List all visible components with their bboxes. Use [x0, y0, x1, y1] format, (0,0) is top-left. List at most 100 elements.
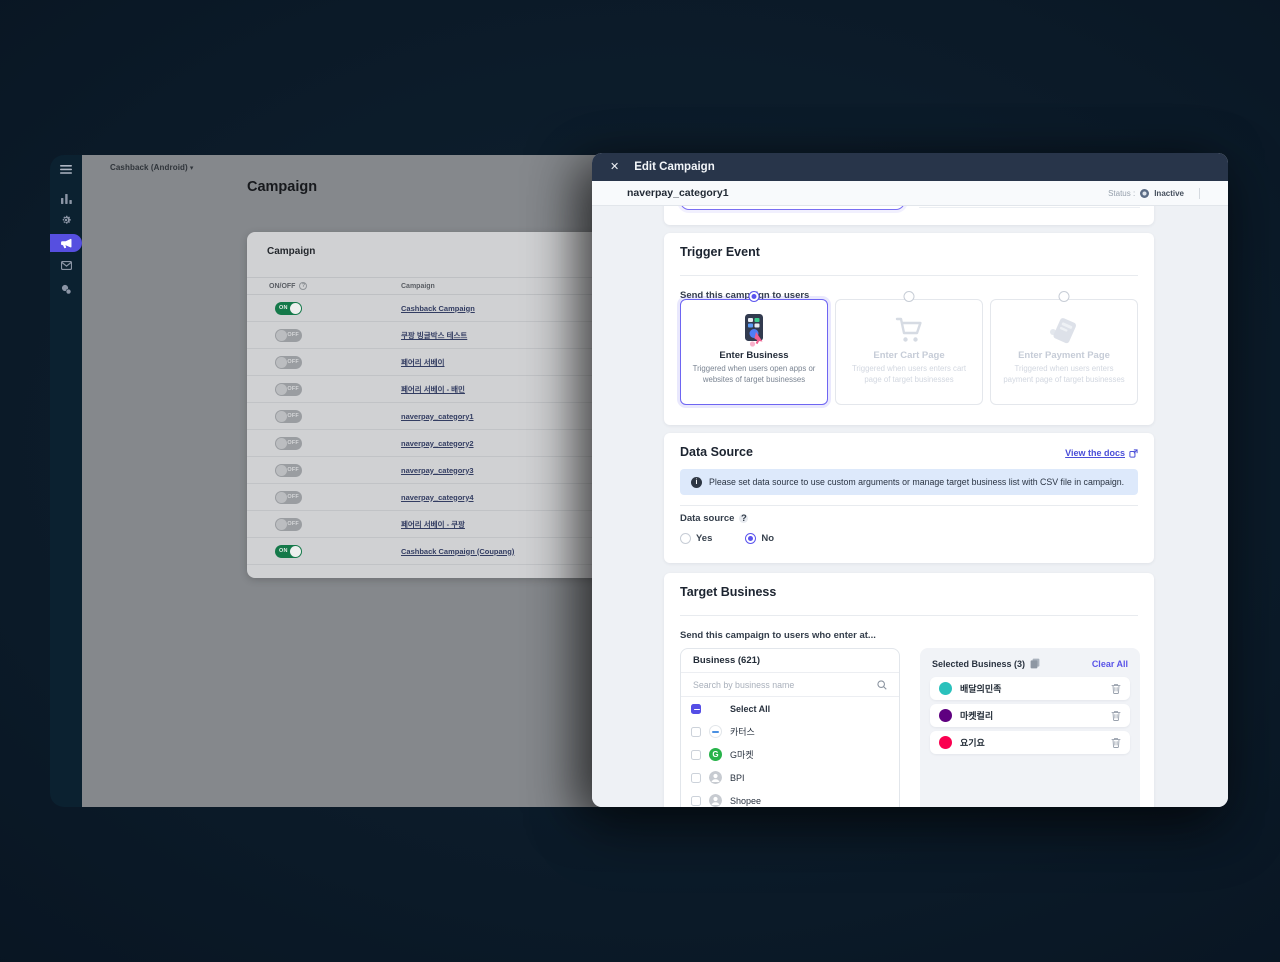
- campaign-toggle[interactable]: ON: [275, 544, 302, 558]
- copy-document-icon[interactable]: [1030, 658, 1040, 669]
- business-list-header: Business (621): [681, 649, 899, 673]
- trigger-option-desc: Triggered when users enters payment page…: [1003, 364, 1125, 384]
- divider: [919, 207, 1140, 208]
- modal-body: Trigger Event Send this campaign to user…: [592, 206, 1228, 807]
- target-subtitle: Send this campaign to users who enter at…: [680, 630, 876, 641]
- business-checkbox[interactable]: [691, 795, 701, 806]
- status-value: Inactive: [1154, 188, 1184, 198]
- campaign-link[interactable]: Cashback Campaign: [401, 304, 475, 313]
- info-banner: i Please set data source to use custom a…: [680, 469, 1138, 495]
- trigger-option-radio[interactable]: [1058, 291, 1070, 302]
- cart-icon: [836, 311, 982, 349]
- business-search: [681, 673, 899, 697]
- campaign-toggle[interactable]: OFF: [275, 328, 302, 342]
- sidebar: [50, 155, 82, 807]
- trigger-option-radio[interactable]: [903, 291, 915, 302]
- campaign-card-title: Campaign: [267, 246, 316, 257]
- menu-icon[interactable]: [50, 161, 82, 177]
- data-source-field-label: Data source ?: [680, 513, 749, 524]
- trash-icon[interactable]: [1111, 710, 1121, 721]
- campaign-link[interactable]: Cashback Campaign (Coupang): [401, 547, 514, 556]
- data-source-radio-group: Yes No: [680, 533, 774, 544]
- section-title: Data Source: [680, 445, 753, 459]
- divider: [680, 615, 1138, 616]
- help-icon[interactable]: ?: [739, 513, 749, 524]
- workspace-selector[interactable]: Cashback (Android) ▾: [110, 163, 193, 172]
- inbox-mail-icon[interactable]: [50, 257, 82, 273]
- campaign-link[interactable]: naverpay_category1: [401, 412, 474, 421]
- trigger-option-label: Enter Business: [719, 350, 789, 361]
- campaign-link[interactable]: 페어리 서베이 - 배민: [401, 384, 465, 395]
- business-checkbox[interactable]: [691, 772, 701, 783]
- select-all-row[interactable]: Select All: [681, 697, 899, 720]
- business-list-panel: Business (621) Select All 카터스 G G마켓 BPI Shop…: [680, 648, 900, 807]
- section-title: Target Business: [680, 585, 777, 599]
- campaign-toggle[interactable]: OFF: [275, 490, 302, 504]
- analytics-icon[interactable]: [50, 191, 82, 207]
- col-campaign: Campaign: [401, 282, 435, 290]
- settings-gear-icon[interactable]: [50, 212, 82, 228]
- business-search-input[interactable]: [693, 679, 871, 690]
- business-checkbox[interactable]: [691, 726, 701, 737]
- help-icon[interactable]: ?: [299, 282, 308, 290]
- selected-business-count: Selected Business (3): [932, 658, 1026, 669]
- campaign-toggle[interactable]: OFF: [275, 517, 302, 531]
- data-source-radio-yes[interactable]: Yes: [680, 533, 712, 544]
- business-list-item[interactable]: BPI: [681, 766, 899, 789]
- trash-icon[interactable]: [1111, 737, 1121, 748]
- search-icon: [877, 679, 887, 690]
- section-title: Trigger Event: [680, 245, 760, 259]
- campaign-link[interactable]: naverpay_category4: [401, 493, 474, 502]
- campaign-link[interactable]: 쿠팡 빙글박스 테스트: [401, 330, 467, 341]
- campaign-toggle[interactable]: OFF: [275, 436, 302, 450]
- yogiyo-logo: [939, 736, 952, 749]
- trigger-option-card[interactable]: Enter Business Triggered when users open …: [680, 291, 828, 405]
- status-dot-icon: [1140, 188, 1150, 198]
- info-banner-text: Please set data source to use custom arg…: [709, 477, 1125, 487]
- business-list-item[interactable]: G G마켓: [681, 743, 899, 766]
- sidebar-item-campaigns[interactable]: [50, 234, 82, 252]
- select-all-label: Select All: [730, 703, 771, 714]
- trigger-option-card[interactable]: Enter Payment Page Triggered when users e…: [990, 291, 1138, 405]
- campaign-name-input[interactable]: [680, 206, 905, 210]
- campaign-link[interactable]: naverpay_category3: [401, 466, 474, 475]
- business-checkbox[interactable]: [691, 749, 701, 760]
- selected-business-item: 마켓컬리: [930, 704, 1130, 727]
- select-all-checkbox[interactable]: [691, 703, 701, 714]
- campaign-toggle[interactable]: ON: [275, 301, 302, 315]
- campaign-link[interactable]: 페어리 서베이 - 쿠팡: [401, 519, 465, 530]
- baemin-logo: [939, 682, 952, 695]
- campaign-toggle[interactable]: OFF: [275, 355, 302, 369]
- campaign-toggle[interactable]: OFF: [275, 463, 302, 477]
- trigger-option-label: Enter Cart Page: [873, 350, 945, 361]
- close-icon[interactable]: ✕: [610, 161, 619, 173]
- phone-tap-icon: [681, 311, 827, 349]
- trash-icon[interactable]: [1111, 683, 1121, 694]
- data-source-section: Data Source View the docs i Please set d…: [664, 433, 1154, 563]
- campaign-link[interactable]: naverpay_category2: [401, 439, 474, 448]
- business-list-item[interactable]: 카터스: [681, 720, 899, 743]
- divider: [1199, 187, 1200, 199]
- selected-business-name: 요기요: [960, 738, 985, 748]
- chat-audience-icon[interactable]: [50, 281, 82, 297]
- selected-business-name: 마켓컬리: [960, 711, 994, 721]
- campaign-link[interactable]: 페어리 서베이: [401, 357, 444, 368]
- radio-icon[interactable]: [745, 533, 757, 544]
- col-onoff: ON/OFF: [269, 282, 296, 290]
- data-source-radio-no[interactable]: No: [745, 533, 774, 544]
- view-docs-link[interactable]: View the docs: [1065, 448, 1138, 458]
- campaign-toggle[interactable]: OFF: [275, 382, 302, 396]
- clear-all-button[interactable]: Clear All: [1092, 659, 1128, 669]
- workspace-name: Cashback (Android): [110, 163, 188, 172]
- business-list-item[interactable]: Shopee: [681, 789, 899, 807]
- business-name: BPI: [730, 772, 745, 783]
- campaign-toggle[interactable]: OFF: [275, 409, 302, 423]
- modal-subheader: naverpay_category1 Status : Inactive: [592, 181, 1228, 206]
- radio-icon[interactable]: [680, 533, 691, 544]
- trigger-option-radio[interactable]: [748, 291, 760, 302]
- trigger-options: Enter Business Triggered when users open …: [680, 291, 1138, 405]
- trigger-option-label: Enter Payment Page: [1018, 350, 1110, 361]
- business-items: 카터스 G G마켓 BPI Shopee: [681, 720, 899, 807]
- trigger-option-card[interactable]: Enter Cart Page Triggered when users ente…: [835, 291, 983, 405]
- status-label: Status :: [1108, 188, 1136, 198]
